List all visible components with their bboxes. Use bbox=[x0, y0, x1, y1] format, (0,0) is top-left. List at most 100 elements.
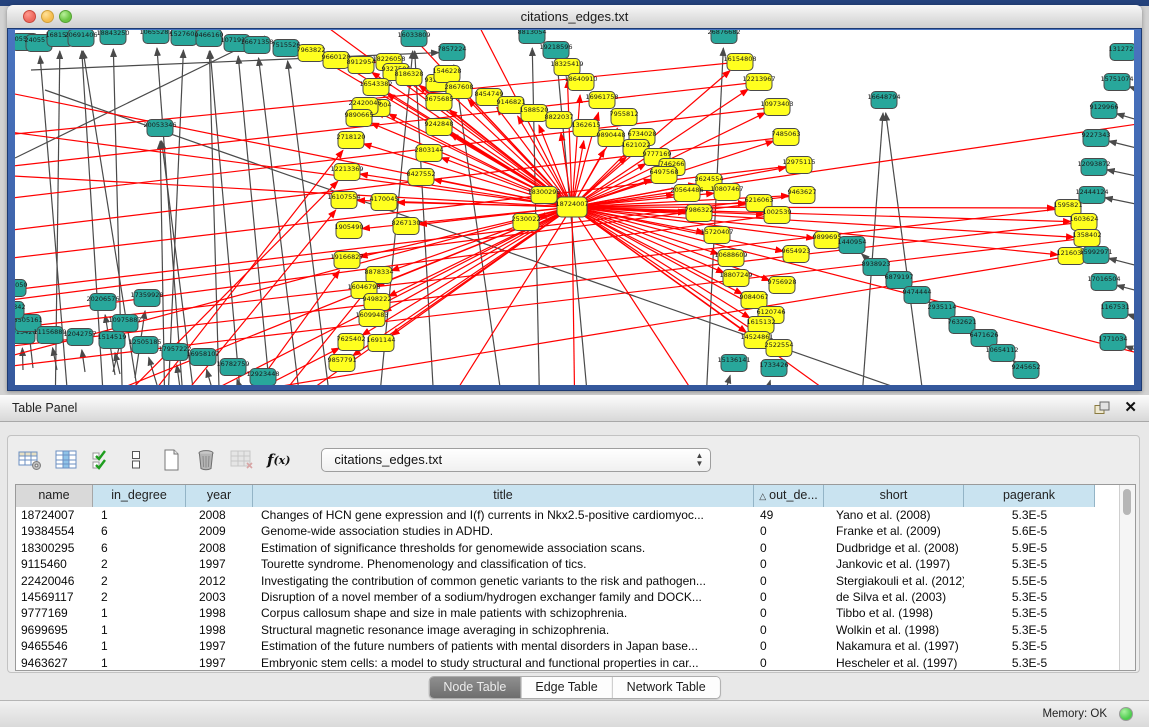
graph-node[interactable]: 12093872 bbox=[1077, 159, 1110, 176]
show-columns-icon[interactable] bbox=[55, 447, 77, 473]
graph-node[interactable]: 20053346 bbox=[143, 120, 176, 137]
graph-node[interactable]: 9242848 bbox=[425, 119, 454, 136]
graph-node[interactable]: 16671358 bbox=[240, 37, 273, 54]
table-row[interactable]: 969969511998Structural magnetic resonanc… bbox=[16, 622, 1120, 638]
graph-node[interactable]: 10654112 bbox=[985, 345, 1018, 362]
graph-node[interactable]: 16154808 bbox=[723, 54, 756, 71]
graph-node[interactable]: 12213967 bbox=[742, 74, 775, 91]
graph-node[interactable]: 8878334 bbox=[365, 267, 394, 284]
citation-edge-black[interactable] bbox=[1107, 170, 1134, 182]
graph-node[interactable]: 8186328 bbox=[395, 69, 424, 86]
column-header-in_degree[interactable]: in_degree bbox=[93, 485, 186, 507]
tab-node-table[interactable]: Node Table bbox=[429, 677, 520, 698]
graph-node[interactable]: 1905490 bbox=[335, 222, 364, 239]
citation-graph[interactable]: 2055382240557216815742069140618843250106… bbox=[15, 30, 1134, 385]
graph-node[interactable]: 7485063 bbox=[772, 129, 801, 146]
table-row[interactable]: 911546021997Tourette syndrome. Phenomeno… bbox=[16, 556, 1120, 572]
column-header-out_de[interactable]: △out_de... bbox=[754, 485, 824, 507]
citation-edge-black[interactable] bbox=[715, 375, 730, 385]
graph-hub-node[interactable]: 18724007 bbox=[555, 197, 588, 217]
graph-node[interactable]: 9498222 bbox=[363, 294, 392, 311]
graph-node[interactable]: 16958107 bbox=[186, 349, 219, 366]
graph-node[interactable]: 17359928 bbox=[130, 290, 163, 307]
graph-node[interactable]: 16543382 bbox=[359, 79, 392, 96]
graph-node[interactable]: 7625402 bbox=[337, 334, 366, 351]
table-row[interactable]: 1938455462009Genome-wide association stu… bbox=[16, 523, 1120, 539]
graph-node[interactable]: 15720407 bbox=[700, 227, 733, 244]
table-row[interactable]: 1456911722003Disruption of a novel membe… bbox=[16, 589, 1120, 605]
graph-node[interactable]: 18843250 bbox=[96, 30, 129, 45]
citation-edge-black[interactable] bbox=[886, 113, 927, 385]
graph-node[interactable]: 10688609 bbox=[714, 250, 747, 267]
table-scrollbar[interactable] bbox=[1119, 485, 1135, 670]
graph-node[interactable]: 8267130 bbox=[392, 218, 421, 235]
citation-edge-black[interactable] bbox=[177, 365, 180, 385]
graph-node[interactable]: 9129966 bbox=[1090, 102, 1119, 119]
citation-edge-red[interactable] bbox=[572, 95, 580, 207]
graph-node[interactable]: 15136141 bbox=[717, 355, 750, 372]
float-window-icon[interactable] bbox=[1094, 401, 1110, 415]
graph-node[interactable]: 2530022 bbox=[512, 214, 541, 231]
graph-node[interactable]: 10655287 bbox=[139, 30, 172, 44]
graph-node[interactable]: 1167531 bbox=[1101, 302, 1130, 319]
column-header-pagerank[interactable]: pagerank bbox=[964, 485, 1095, 507]
graph-node[interactable]: 12444124 bbox=[1075, 187, 1108, 204]
citation-edge-black[interactable] bbox=[1127, 314, 1134, 327]
graph-node[interactable]: 6471626 bbox=[970, 330, 999, 347]
graph-node[interactable]: 15992971 bbox=[1079, 247, 1112, 264]
citation-edge-red[interactable] bbox=[572, 207, 575, 385]
citation-edge-black[interactable] bbox=[1105, 198, 1134, 210]
column-header-short[interactable]: short bbox=[824, 485, 964, 507]
table-row[interactable]: 946362711997Embryonic stem cells: a mode… bbox=[16, 655, 1120, 671]
table-row[interactable]: 1872400712008Changes of HCN gene express… bbox=[16, 507, 1120, 523]
graph-node[interactable]: 7955812 bbox=[610, 109, 639, 126]
graph-node[interactable]: 16648794 bbox=[867, 92, 900, 109]
function-builder-icon[interactable]: f(x) bbox=[267, 447, 290, 473]
graph-node[interactable]: 10975887 bbox=[108, 315, 141, 332]
graph-node[interactable]: 16107554 bbox=[327, 192, 360, 209]
citation-edge-black[interactable] bbox=[1109, 141, 1134, 155]
citation-edge-black[interactable] bbox=[82, 350, 85, 372]
citation-edge-black[interactable] bbox=[22, 348, 23, 370]
citation-edge-black[interactable] bbox=[210, 51, 243, 385]
table-selector[interactable]: citations_edges.txt ▲▼ bbox=[321, 448, 711, 472]
graph-node[interactable]: 1691144 bbox=[367, 335, 396, 352]
graph-node[interactable]: 12213369 bbox=[330, 164, 363, 181]
graph-node[interactable]: 20206576 bbox=[86, 294, 119, 311]
graph-node[interactable]: 1002539 bbox=[763, 207, 792, 224]
graph-node[interactable]: 6497568 bbox=[650, 167, 679, 184]
graph-node[interactable]: 2803144 bbox=[415, 145, 444, 162]
graph-node[interactable]: 7857224 bbox=[438, 44, 467, 61]
table-row[interactable]: 1830029562008Estimation of significance … bbox=[16, 540, 1120, 556]
graph-node[interactable]: 7986322 bbox=[685, 205, 714, 222]
graph-node[interactable]: 18325419 bbox=[550, 59, 583, 76]
graph-node[interactable]: 9857791 bbox=[328, 355, 357, 372]
graph-node[interactable]: 16782759 bbox=[216, 359, 249, 376]
graph-node[interactable]: 16961758 bbox=[585, 92, 618, 109]
graph-node[interactable]: 9084067 bbox=[740, 292, 769, 309]
graph-node[interactable]: 1546228 bbox=[433, 66, 462, 83]
citation-edge-black[interactable] bbox=[1129, 87, 1134, 100]
citation-edge-black[interactable] bbox=[207, 369, 213, 385]
graph-node[interactable]: 10807467 bbox=[710, 184, 743, 201]
graph-node[interactable]: 8414342 bbox=[15, 302, 25, 319]
graph-node[interactable]: 26876682 bbox=[707, 30, 740, 44]
graph-node[interactable]: 16033809 bbox=[397, 30, 430, 47]
graph-node[interactable]: 10973403 bbox=[760, 99, 793, 116]
graph-node[interactable]: 8427552 bbox=[407, 169, 436, 186]
graph-node[interactable]: 15751074 bbox=[1100, 74, 1133, 91]
row-height-icon[interactable] bbox=[125, 447, 147, 473]
citation-edge-black[interactable] bbox=[1109, 258, 1134, 273]
graph-node[interactable]: 1615132 bbox=[747, 317, 776, 334]
table-row[interactable]: 977716911998Corpus callosum shape and si… bbox=[16, 605, 1120, 621]
graph-node[interactable]: 18807249 bbox=[719, 270, 752, 287]
graph-node[interactable]: 9654923 bbox=[782, 246, 811, 263]
graph-node[interactable]: 2718120 bbox=[337, 132, 366, 149]
graph-node[interactable]: 9756928 bbox=[768, 277, 797, 294]
graph-node[interactable]: 1440954 bbox=[838, 237, 867, 254]
citation-edge-black[interactable] bbox=[15, 36, 265, 158]
graph-node[interactable]: 19166827 bbox=[330, 252, 363, 269]
graph-node[interactable]: 9474444 bbox=[903, 287, 932, 304]
graph-node[interactable]: 19218596 bbox=[539, 42, 572, 59]
graph-node[interactable]: 8912954 bbox=[347, 57, 376, 74]
